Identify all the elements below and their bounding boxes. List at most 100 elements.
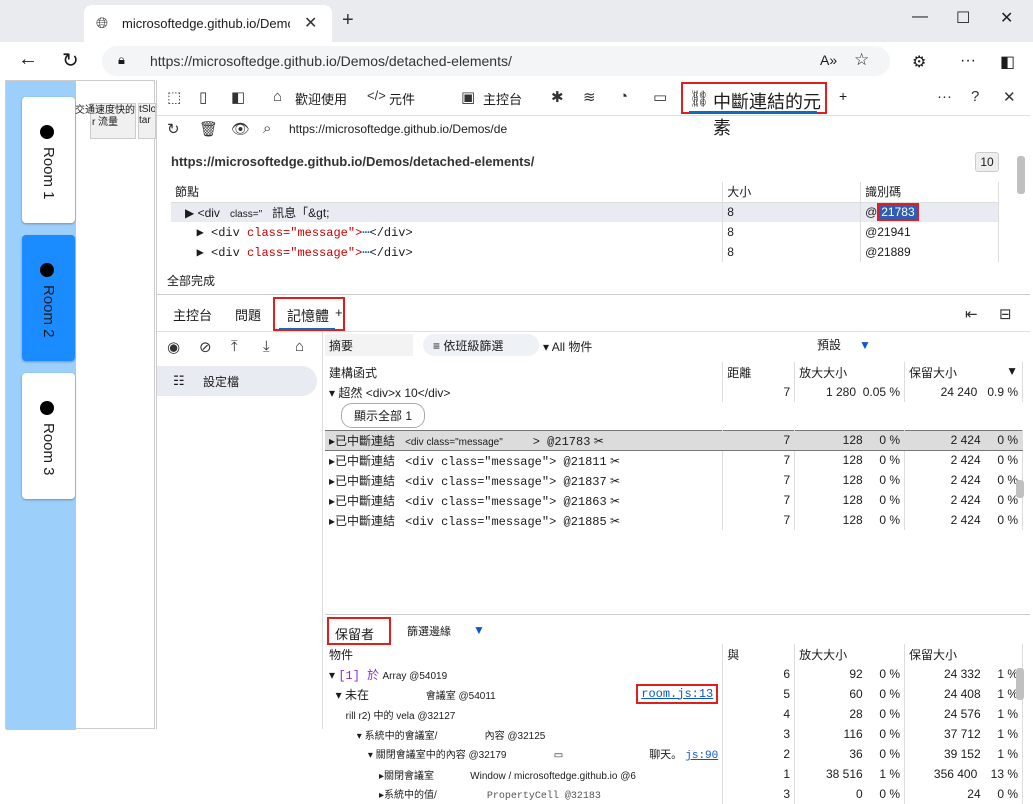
chevron-down-icon[interactable]: ▼ <box>473 623 485 637</box>
chevron-down-icon[interactable]: ▼ <box>859 338 871 352</box>
table-row[interactable]: ▸已中斷連結 <div class="message"> @21811 ✂ 7 … <box>325 450 1023 470</box>
table-row[interactable]: rill r2) 中的 vela @32127 4 28 0 % 24 576 … <box>325 704 1023 724</box>
add-tab-button[interactable]: + <box>839 88 847 104</box>
help-icon[interactable]: ? <box>971 88 979 105</box>
table-row[interactable]: ▸已中斷連結 <div class="message"> @21885 ✂ 7 … <box>325 510 1023 530</box>
column-object[interactable]: 物件 <box>325 644 724 664</box>
column-shallow[interactable]: 放大大小 <box>794 362 906 382</box>
table-row[interactable]: ▾ 系統中的會議室/ 內容 @32125 3 116 0 % 37 712 1 … <box>325 724 1023 744</box>
search-icon[interactable]: ⌕ <box>263 120 271 137</box>
column-retained[interactable]: 保留大小 ▼ <box>904 362 1023 382</box>
column-shallow[interactable]: 放大大小 <box>794 644 906 664</box>
column-size[interactable]: 大小 <box>722 182 862 203</box>
close-devtools-icon[interactable]: ✕ <box>1003 88 1016 106</box>
scrollbar[interactable] <box>1017 156 1025 194</box>
tab-welcome[interactable]: 歡迎使用 <box>295 89 347 108</box>
table-row[interactable]: ▶ <div class="message">⋯</div> 8 @21941 <box>171 222 999 242</box>
close-drawer-icon[interactable]: ⊟ <box>999 305 1012 323</box>
table-row[interactable]: ▸關閉會議室 Window / microsoftedge.github.io … <box>325 764 1023 784</box>
tab-detached-elements[interactable]: ⛓ 中斷連結的元素 <box>681 82 827 138</box>
tab-elements[interactable]: 元件 <box>389 89 415 108</box>
retainers-tab[interactable]: 保留者 <box>327 617 391 645</box>
application-icon[interactable]: ▭ <box>653 88 667 106</box>
upload-icon[interactable]: ⤒ <box>231 338 238 355</box>
column-retained-label: 保留大小 <box>909 365 958 380</box>
table-row[interactable]: ▸系統中的值/ PropertyCell @32183 3 0 0 % 24 0… <box>325 784 1023 804</box>
devtools-tab-bar: ⬚ ▯ ◧ ⌂ 歡迎使用 </> 元件 ▣ 主控台 ✱ ≋ ◔ ▭ ⛓ 中斷連結… <box>157 80 1030 138</box>
refresh-button[interactable]: ↻ <box>62 48 79 73</box>
extensions-icon[interactable]: ⚙ <box>912 52 926 72</box>
table-row[interactable]: ▸已中斷連結 <div class="message" > @21783 ✂ 7… <box>325 429 1023 451</box>
shallow-value: 36 <box>849 747 863 761</box>
table-row[interactable]: ▶ <div class="message">⋯</div> 8 @21889 <box>171 242 999 262</box>
dock-icon[interactable]: ◧ <box>231 88 245 106</box>
garbage-collect-icon[interactable]: ⌂ <box>295 338 304 355</box>
favorite-star-icon[interactable]: ☆ <box>854 50 869 70</box>
table-row[interactable]: ▸已中斷連結 <div class="message"> @21863 ✂ 7 … <box>325 490 1023 510</box>
group-row[interactable]: ▾ 超然 <div>x 10</div> 7 1 280 0.05 % 24 2… <box>325 382 1023 402</box>
table-row[interactable]: ▸已中斷連結 <div class="message"> @21837 ✂ 7 … <box>325 470 1023 490</box>
show-all-button[interactable]: 顯示全部 1 <box>341 403 426 429</box>
more-tools-icon[interactable]: ··· <box>937 88 952 105</box>
scrollbar[interactable] <box>1016 668 1024 700</box>
scissors-icon: ✂ <box>610 513 621 528</box>
wifi-icon[interactable]: ≋ <box>583 88 596 106</box>
drawer-tab-issues[interactable]: 問題 <box>235 305 261 324</box>
profiles-item[interactable]: ☷ 設定檔 <box>157 366 317 396</box>
close-tab-icon[interactable]: ✕ <box>304 13 317 33</box>
column-constructor[interactable]: 建構函式 <box>325 362 724 382</box>
address-bar[interactable]: 🔒︎ https://microsoftedge.github.io/Demos… <box>102 46 890 76</box>
back-button[interactable]: ← <box>18 48 38 71</box>
performance-icon[interactable]: ◔ <box>619 88 628 105</box>
download-icon[interactable]: ⤓ <box>263 338 270 355</box>
object-filter-dropdown[interactable]: ▾ All 物件 <box>543 338 592 355</box>
filter-edges-label[interactable]: 篩選邊緣 <box>407 623 451 639</box>
column-retained[interactable]: 保留大小 <box>904 644 1023 664</box>
selected-id[interactable]: 21783 <box>877 203 919 222</box>
maximize-button[interactable]: ☐ <box>956 8 970 28</box>
table-row[interactable]: ▾ 未在 會議室 @54011 room.js:13 5 60 0 % 24 40… <box>325 684 1023 704</box>
perspective-select[interactable]: 摘要 <box>325 334 413 356</box>
bug-icon[interactable]: ✱ <box>551 88 564 106</box>
clear-icon[interactable]: ⊘ <box>199 338 212 356</box>
slow-chip[interactable]: tSlo tar <box>138 103 156 139</box>
column-node[interactable]: 節點 <box>171 182 724 203</box>
drawer-tab-console[interactable]: 主控台 <box>173 305 212 324</box>
inspect-icon[interactable]: ⬚ <box>167 88 181 106</box>
new-tab-button[interactable]: + <box>342 9 354 32</box>
ellipsis-icon[interactable]: ⋯ <box>362 246 369 260</box>
table-row[interactable]: ▾ 關閉會議室中的內容 @32179 ▭ 聊天。 js:90 2 36 0 % 3… <box>325 744 1023 764</box>
more-menu-icon[interactable]: ··· <box>960 52 976 70</box>
room-button-3[interactable]: Room 3 <box>22 373 75 499</box>
sidebar-toggle-icon[interactable]: ◧ <box>1000 52 1015 72</box>
refresh-icon[interactable]: ↻ <box>167 120 180 138</box>
browser-tab[interactable]: 🌐︎ microsoftedge.github.io/Demos/d ✕ <box>84 5 332 42</box>
source-link[interactable]: js:90 <box>685 750 718 762</box>
shallow-pct: 0 % <box>879 747 901 761</box>
record-icon[interactable]: ◉ <box>167 338 180 356</box>
dock-drawer-icon[interactable]: ⇤ <box>965 305 978 323</box>
drawer-add-tab[interactable]: + <box>335 305 343 320</box>
target-url-dropdown[interactable]: https://microsoftedge.github.io/Demos/de <box>289 122 535 140</box>
shallow-cell: 38 516 1 % <box>794 764 906 784</box>
column-distance[interactable]: 與 <box>722 644 796 664</box>
table-row[interactable]: ▾ [1] 於 Array @54019 6 92 0 % 24 332 1 % <box>325 664 1023 684</box>
trash-icon[interactable]: 🗑︎ <box>199 120 218 138</box>
scrollbar[interactable] <box>1016 480 1024 498</box>
minimize-button[interactable]: — <box>912 8 928 26</box>
room-button-1[interactable]: Room 1 <box>22 97 75 223</box>
close-window-button[interactable]: ✕ <box>1000 8 1013 28</box>
retainer-extra: PropertyCell @32183 <box>486 791 601 802</box>
eye-icon[interactable]: 👁︎ <box>231 120 250 138</box>
table-row[interactable]: ▶ <div class=" 訊息「&gt; 8 @21783 <box>171 202 999 222</box>
read-aloud-icon[interactable]: A» <box>820 52 837 68</box>
room-button-2[interactable]: Room 2 <box>22 235 75 361</box>
column-id[interactable]: 識別碼 <box>860 182 999 203</box>
class-filter-input[interactable]: ≡ 依班級篩選 <box>423 334 539 356</box>
ellipsis-icon[interactable]: ⋯ <box>362 226 369 240</box>
column-distance[interactable]: 距離 <box>722 362 796 382</box>
device-icon[interactable]: ▯ <box>199 88 207 106</box>
tab-console[interactable]: 主控台 <box>483 89 522 108</box>
source-link[interactable]: room.js:13 <box>636 684 719 704</box>
sort-icon: ▼ <box>1006 363 1018 378</box>
